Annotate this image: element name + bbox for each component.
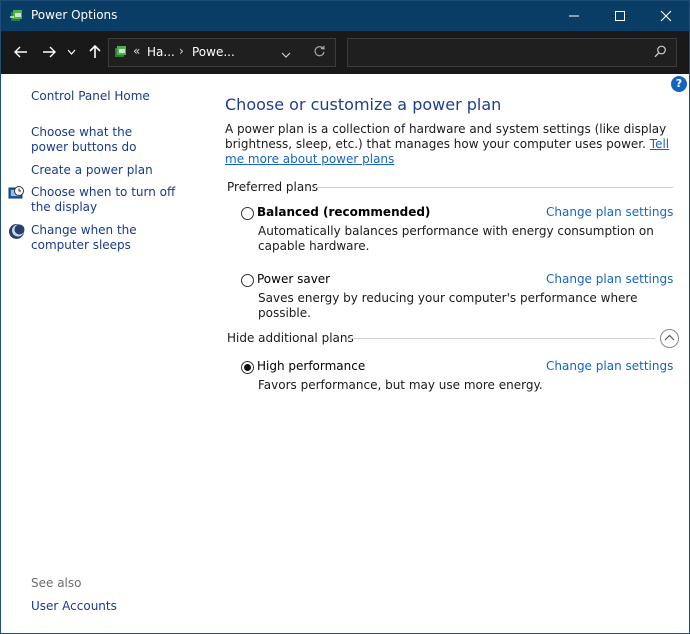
maximize-icon [615,11,625,21]
chevron-down-icon [281,52,291,58]
navigation-bar: « Ha... › Powe... [1,31,689,74]
collapse-plans-button[interactable] [660,329,679,348]
intro-description: A power plan is a collection of hardware… [225,122,667,151]
sleep-moon-icon [8,223,25,240]
create-power-plan-link[interactable]: Create a power plan [31,163,153,178]
chevron-up-icon [664,334,675,341]
title-bar: Power Options [1,1,689,31]
refresh-button[interactable] [313,45,326,61]
search-input[interactable] [347,38,677,67]
up-button[interactable] [85,41,105,63]
search-icon [654,45,667,61]
recent-locations-button[interactable] [64,41,78,63]
power-saver-radio[interactable] [241,274,254,287]
main-content: Choose or customize a power plan A power… [206,74,689,632]
back-button[interactable] [11,41,31,63]
up-arrow-icon [89,45,101,58]
display-clock-icon [8,185,25,202]
address-dropdown-button[interactable] [281,48,291,62]
minimize-icon [569,15,579,17]
forward-arrow-icon [43,46,56,58]
breadcrumb-separator-icon: › [179,44,184,58]
forward-button[interactable] [39,41,59,63]
high-performance-description: Favors performance, but may use more ene… [258,378,543,392]
power-options-window: Power Options « Ha... › Powe... ? Contro… [0,0,690,634]
close-button[interactable] [643,1,689,31]
left-navigation-pane: Control Panel Home Choose what the power… [1,74,206,632]
power-saver-description: Saves energy by reducing your computer's… [258,291,638,320]
balanced-radio[interactable] [241,207,254,220]
window-title: Power Options [31,8,118,22]
hide-additional-plans-label[interactable]: Hide additional plans [227,331,354,345]
divider [347,338,655,339]
high-performance-plan-name[interactable]: High performance [257,359,365,373]
see-also-heading: See also [31,576,82,590]
close-icon [660,10,672,22]
overflow-chevron-icon[interactable]: « [133,44,140,58]
breadcrumb-hardware[interactable]: Ha... [147,45,175,59]
control-panel-home-link[interactable]: Control Panel Home [31,89,150,104]
refresh-icon [314,45,325,57]
page-title: Choose or customize a power plan [225,95,502,114]
back-arrow-icon [14,46,27,58]
computer-sleeps-link[interactable]: Change when the computer sleeps [31,223,191,253]
power-saver-plan-name[interactable]: Power saver [257,272,330,286]
breadcrumb-power-options[interactable]: Powe... [192,45,235,59]
address-bar[interactable]: « Ha... › Powe... [108,38,336,67]
balanced-plan-name[interactable]: Balanced (recommended) [257,205,430,219]
chevron-down-icon [67,49,75,55]
preferred-plans-label: Preferred plans [227,180,319,194]
power-buttons-link[interactable]: Choose what the power buttons do [31,125,171,155]
divider [315,187,673,188]
intro-text: A power plan is a collection of hardware… [225,122,675,167]
power-saver-change-settings-link[interactable]: Change plan settings [546,272,673,286]
user-accounts-link[interactable]: User Accounts [31,599,117,614]
balanced-change-settings-link[interactable]: Change plan settings [546,205,673,219]
turn-off-display-link[interactable]: Choose when to turn off the display [31,185,191,215]
balanced-description: Automatically balances performance with … [258,224,654,253]
power-options-icon [113,44,129,60]
minimize-button[interactable] [551,1,597,31]
power-options-icon [9,8,25,24]
maximize-button[interactable] [597,1,643,31]
high-performance-change-settings-link[interactable]: Change plan settings [546,359,673,373]
high-performance-radio[interactable] [241,361,254,374]
